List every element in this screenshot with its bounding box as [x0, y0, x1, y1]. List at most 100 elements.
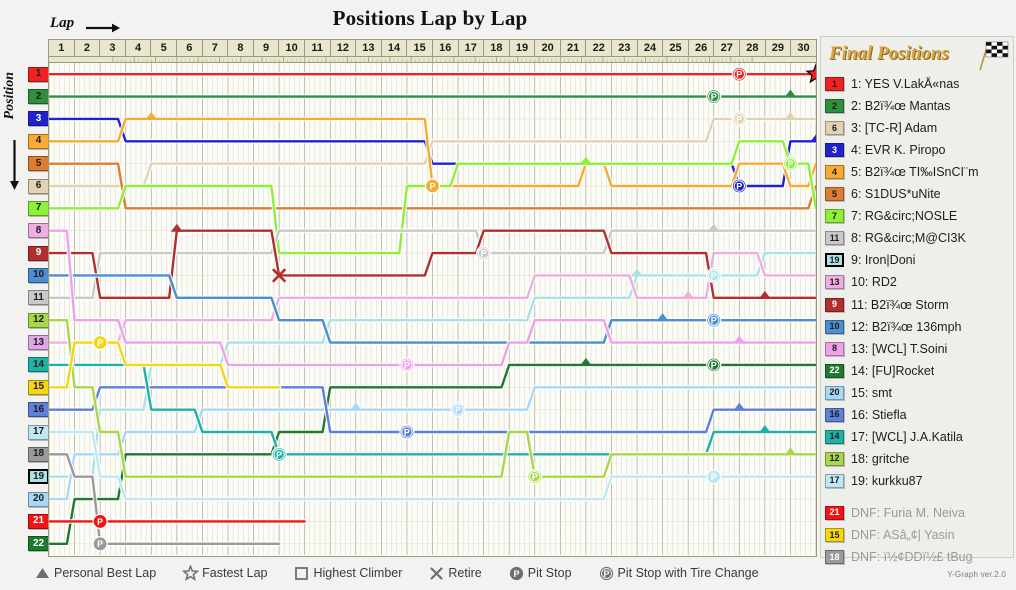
final-position-row[interactable]: 16 16: Stiefla [821, 404, 1015, 426]
pit-stop-marker: P [706, 469, 722, 485]
lap-tick-26: 26 [689, 40, 715, 56]
lap-tick-30: 30 [797, 41, 810, 54]
final-position-row[interactable]: 9 11: B2ï¾œ Storm [821, 294, 1015, 316]
legend-item-pit-stop: P Pit Stop [508, 565, 572, 582]
pit-stop-marker: P [92, 334, 108, 351]
final-position-row[interactable]: 21 DNF: Furia M. Neiva [821, 502, 1015, 524]
driver-name-label: 18: gritche [851, 451, 910, 466]
lap-tick-25: 25 [663, 40, 689, 56]
legend-item-label: Pit Stop with Tire Change [617, 566, 759, 580]
final-position-row[interactable]: 22 14: [FU]Rocket [821, 360, 1015, 382]
lap-tick-27: 27 [714, 40, 741, 56]
final-position-row[interactable]: 19 9: Iron|Doni [821, 249, 1015, 271]
lap-tick-9: 9 [254, 40, 280, 56]
lap-axis-header: 1 2 3 4 5 6 7 8 9 10 11 12 13 14 15 16 17 18 19 20 21 22 23 24 2… [48, 39, 817, 57]
final-position-row[interactable]: 2 2: B2ï¾œ Mantas [821, 95, 1015, 117]
legend-item-square-outline: Highest Climber [293, 565, 402, 582]
driver-name-label: 19: kurkku87 [851, 473, 923, 488]
position-badge-3: 3 [28, 111, 49, 127]
lap-tick-7: 7 [203, 40, 229, 56]
svg-text:P: P [711, 316, 717, 326]
position-badge-4: 4 [28, 133, 49, 149]
position-badge-18: 18 [28, 446, 49, 462]
personal-best-marker [579, 357, 592, 366]
pit-stop-tire-marker: P [706, 88, 722, 105]
final-position-row[interactable]: 17 19: kurkku87 [821, 470, 1015, 492]
driver-name-label: 15: smt [851, 385, 892, 400]
legend-item-triangle-up: Personal Best Lap [34, 565, 156, 582]
final-position-row[interactable]: 10 12: B2ï¾œ 136mph [821, 316, 1015, 338]
driver-name-label: 9: Iron|Doni [851, 253, 916, 268]
lap-tick-22: 22 [586, 40, 613, 56]
position-badge-22: 22 [28, 536, 49, 552]
position-badge-11: 11 [28, 290, 49, 306]
pit-stop-tire-marker: P [731, 111, 747, 127]
driver-name-label: 14: [FU]Rocket [851, 363, 935, 378]
final-position-row[interactable]: 15 DNF: ASâ„¢| Yasin [821, 524, 1015, 546]
svg-text:P: P [736, 181, 742, 191]
final-position-row[interactable]: 14 17: [WCL] J.A.Katila [821, 426, 1015, 448]
final-position-row[interactable]: 3 4: EVR K. Piropo [821, 139, 1015, 161]
chart-legend: Personal Best Lap Fastest Lap Highest Clim… [34, 560, 824, 586]
lap-tick-20: 20 [535, 40, 561, 56]
final-position-row[interactable]: 12 18: gritche [821, 448, 1015, 470]
final-position-row[interactable]: 20 15: smt [821, 382, 1015, 404]
final-position-row[interactable]: 5 6: S1DUS*uNite [821, 183, 1015, 205]
final-position-row[interactable]: 6 3: [TC-R] Adam [821, 117, 1015, 139]
driver-name-label: 1: YES V.LakÅ«nas [851, 77, 960, 91]
lap-tick-12: 12 [331, 40, 357, 56]
pit-stop-tire-marker: P [399, 357, 415, 373]
final-position-row[interactable]: 13 10: RD2 [821, 271, 1015, 293]
svg-text:P: P [404, 427, 410, 437]
driver-name-label: 6: S1DUS*uNite [851, 187, 941, 202]
positions-plot-area[interactable]: P P P P P P P P P P P P P P P P P P P [48, 63, 817, 557]
svg-text:P: P [276, 450, 282, 460]
pit-stop-marker: P [424, 178, 441, 194]
legend-item-label: Fastest Lap [202, 566, 268, 580]
position-badge-21: 21 [28, 513, 49, 529]
final-position-row[interactable]: 4 5: B2ï¾œ TI‰ISnCI¨m [821, 161, 1015, 183]
legend-item-pit-stop-tire: P Pit Stop with Tire Change [598, 565, 759, 582]
driver-name-label: DNF: ï½¢DDï½£ tBug [851, 550, 973, 565]
pit-stop-tire-marker: P [731, 66, 747, 82]
position-badge-6: 6 [28, 178, 49, 194]
driver-name-label: 8: RG&circ;M@CI3K [851, 231, 966, 246]
final-position-row[interactable]: 7 7: RG&circ;NOSLE [821, 205, 1015, 227]
lap-tick-19: 19 [510, 40, 536, 56]
personal-best-marker [349, 402, 362, 411]
square-outline-icon [295, 566, 309, 580]
driver-name-label: 17: [WCL] J.A.Katila [851, 429, 963, 444]
position-badge-2: 2 [28, 89, 49, 105]
final-position-row[interactable]: 18 DNF: ï½¢DDï½£ tBug [821, 546, 1015, 568]
lap-tick-8: 8 [228, 40, 254, 56]
car-number-badge: 12 [825, 451, 844, 466]
lap-tick-6: 6 [177, 40, 203, 56]
lap-tick-21: 21 [561, 40, 587, 56]
svg-text:P: P [711, 360, 717, 370]
position-badge-13: 13 [28, 335, 49, 351]
car-number-badge: 11 [825, 231, 844, 246]
car-number-badge: 10 [825, 319, 844, 334]
x-cross-icon [430, 566, 444, 580]
car-number-badge: 4 [825, 165, 844, 180]
driver-name-label: 2: B2ï¾œ Mantas [851, 99, 951, 114]
personal-best-marker [170, 223, 183, 232]
svg-text:P: P [736, 70, 742, 80]
car-number-badge: 7 [825, 209, 844, 224]
pit-stop-tire-marker: P [706, 312, 722, 328]
svg-text:P: P [429, 181, 435, 191]
car-number-badge: 1 [825, 77, 844, 91]
svg-text:P: P [513, 568, 519, 578]
final-position-row[interactable]: 11 8: RG&circ;M@CI3K [821, 227, 1015, 249]
position-badge-20: 20 [28, 491, 49, 507]
final-position-row[interactable]: 8 13: [WCL] T.Soini [821, 338, 1015, 360]
pit-stop-tire-marker: P [527, 469, 543, 485]
car-number-badge: 3 [825, 143, 844, 158]
car-number-badge: 17 [825, 473, 844, 488]
lap-tick-28: 28 [740, 40, 766, 56]
final-position-row[interactable]: 1 1: YES V.LakÅ«nas [821, 73, 1015, 95]
lap-tick-23: 23 [612, 40, 638, 56]
svg-text:P: P [711, 92, 717, 102]
driver-name-label: 10: RD2 [851, 275, 897, 290]
pit-stop-tire-marker: P [476, 245, 492, 261]
